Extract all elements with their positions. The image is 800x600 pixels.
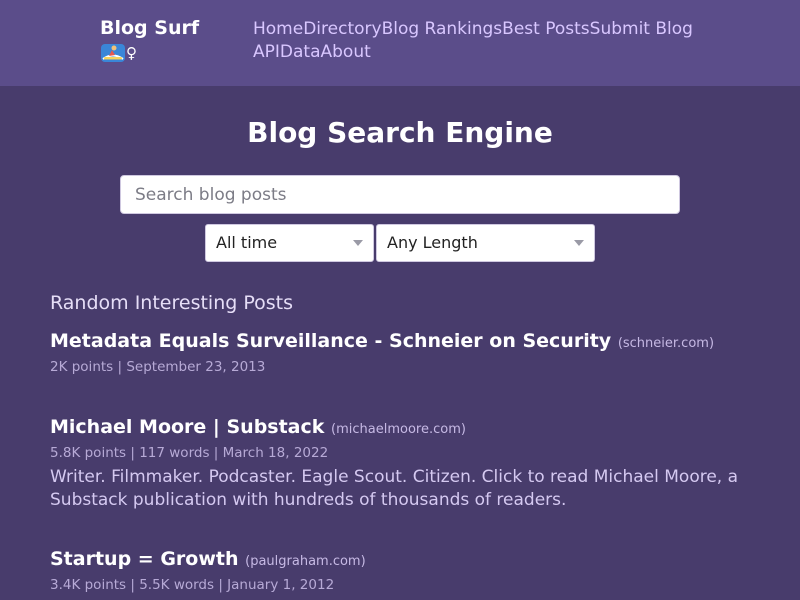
post-meta: 3.4K points | 5.5K words | January 1, 20… bbox=[50, 577, 335, 593]
post-domain: (paulgraham.com) bbox=[245, 554, 366, 569]
post-domain: (michaelmoore.com) bbox=[331, 422, 466, 437]
length-filter-select[interactable]: Any Length bbox=[376, 224, 595, 262]
time-filter-select[interactable]: All time bbox=[205, 224, 374, 262]
post-title-link[interactable]: Michael Moore | Substack bbox=[50, 416, 324, 438]
section-heading: Random Interesting Posts bbox=[50, 292, 293, 314]
top-navbar: Blog Surf ♀ HomeDirectoryBlog RankingsBe… bbox=[0, 0, 800, 86]
post-title-link[interactable]: Startup = Growth bbox=[50, 548, 239, 570]
list-item: Metadata Equals Surveillance - Schneier … bbox=[50, 328, 750, 377]
nav-directory[interactable]: Directory bbox=[303, 19, 381, 39]
post-domain: (schneier.com) bbox=[617, 336, 715, 351]
surfer-icon: ♀ bbox=[100, 42, 137, 64]
nav-data[interactable]: Data bbox=[280, 42, 321, 62]
post-meta: 5.8K points | 117 words | March 18, 2022 bbox=[50, 445, 329, 461]
chevron-down-icon bbox=[353, 240, 363, 246]
nav-about[interactable]: About bbox=[321, 42, 371, 62]
chevron-down-icon bbox=[574, 240, 584, 246]
list-item: Startup = Growth (paulgraham.com) 3.4K p… bbox=[50, 546, 750, 595]
list-item: Michael Moore | Substack (michaelmoore.c… bbox=[50, 414, 750, 512]
nav-api[interactable]: API bbox=[253, 42, 280, 62]
length-filter-value: Any Length bbox=[387, 233, 478, 252]
main-nav: HomeDirectoryBlog RankingsBest PostsSubm… bbox=[253, 18, 713, 64]
post-description: Writer. Filmmaker. Podcaster. Eagle Scou… bbox=[50, 467, 739, 510]
time-filter-value: All time bbox=[216, 233, 278, 252]
page-title: Blog Search Engine bbox=[247, 116, 553, 149]
post-title-link[interactable]: Metadata Equals Surveillance - Schneier … bbox=[50, 330, 611, 352]
post-meta: 2K points | September 23, 2013 bbox=[50, 359, 266, 375]
nav-home[interactable]: Home bbox=[253, 19, 303, 39]
nav-best-posts[interactable]: Best Posts bbox=[502, 19, 589, 39]
nav-submit-blog[interactable]: Submit Blog bbox=[590, 19, 693, 39]
search-input[interactable] bbox=[120, 175, 680, 214]
nav-blog-rankings[interactable]: Blog Rankings bbox=[382, 19, 503, 39]
site-logo[interactable]: Blog Surf bbox=[100, 16, 199, 40]
